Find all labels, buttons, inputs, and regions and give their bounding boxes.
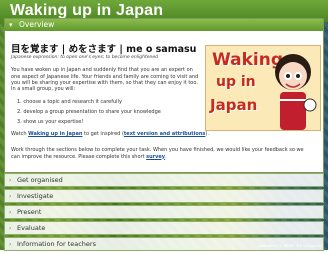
intro-text: You have woken up in Japan and suddenly … (11, 67, 199, 86)
section-evaluate[interactable]: › Evaluate (4, 221, 324, 235)
chevron-down-icon: ▾ (9, 21, 13, 29)
expression-subheading: Japanese expression: to open one's eyes;… (11, 55, 158, 60)
list-item: 1. choose a topic and research it carefu… (17, 99, 122, 105)
anime-character-illustration (275, 54, 317, 130)
expression-heading: 目を覚ます | めをさます | me o samasu (11, 44, 197, 55)
steps-list: 1. choose a topic and research it carefu… (17, 97, 161, 127)
overview-panel: ▾ Overview 目を覚ます | めをさます | me o samasu J… (4, 18, 324, 173)
text-version-link[interactable]: text version and attributions (124, 131, 205, 137)
list-item: 2. develop a group presentation to share… (17, 109, 161, 115)
chevron-right-icon: › (9, 177, 12, 184)
survey-link[interactable]: survey (146, 154, 165, 160)
chevron-right-icon: › (9, 209, 12, 216)
hero-image: Waking up in Japan (205, 45, 321, 131)
hero-text-line: up in (216, 74, 256, 90)
chevron-right-icon: › (9, 241, 12, 248)
group-intro: In a small group, you will: (11, 86, 76, 92)
hero-text-line: Japan (210, 96, 258, 114)
section-investigate[interactable]: › Investigate (4, 189, 324, 203)
chevron-right-icon: › (9, 225, 12, 232)
watch-video-link[interactable]: Waking up in Japan (28, 131, 82, 137)
chevron-right-icon: › (9, 193, 12, 200)
license-text: jakanoma CC BY-NC 3.0 (adapted) (257, 243, 322, 248)
section-present[interactable]: › Present (4, 205, 324, 219)
work-instructions: Work through the sections below to compl… (11, 147, 304, 160)
list-item: 3. show us your expertise! (17, 119, 84, 125)
overview-label: Overview (19, 20, 55, 29)
overview-accordion-header[interactable]: ▾ Overview (5, 19, 323, 31)
section-get-organised[interactable]: › Get organised (4, 173, 324, 187)
watch-text: Watch Waking up in Japan to get inspired… (11, 131, 209, 137)
section-accordion: › Get organised › Investigate › Present … (4, 173, 324, 253)
